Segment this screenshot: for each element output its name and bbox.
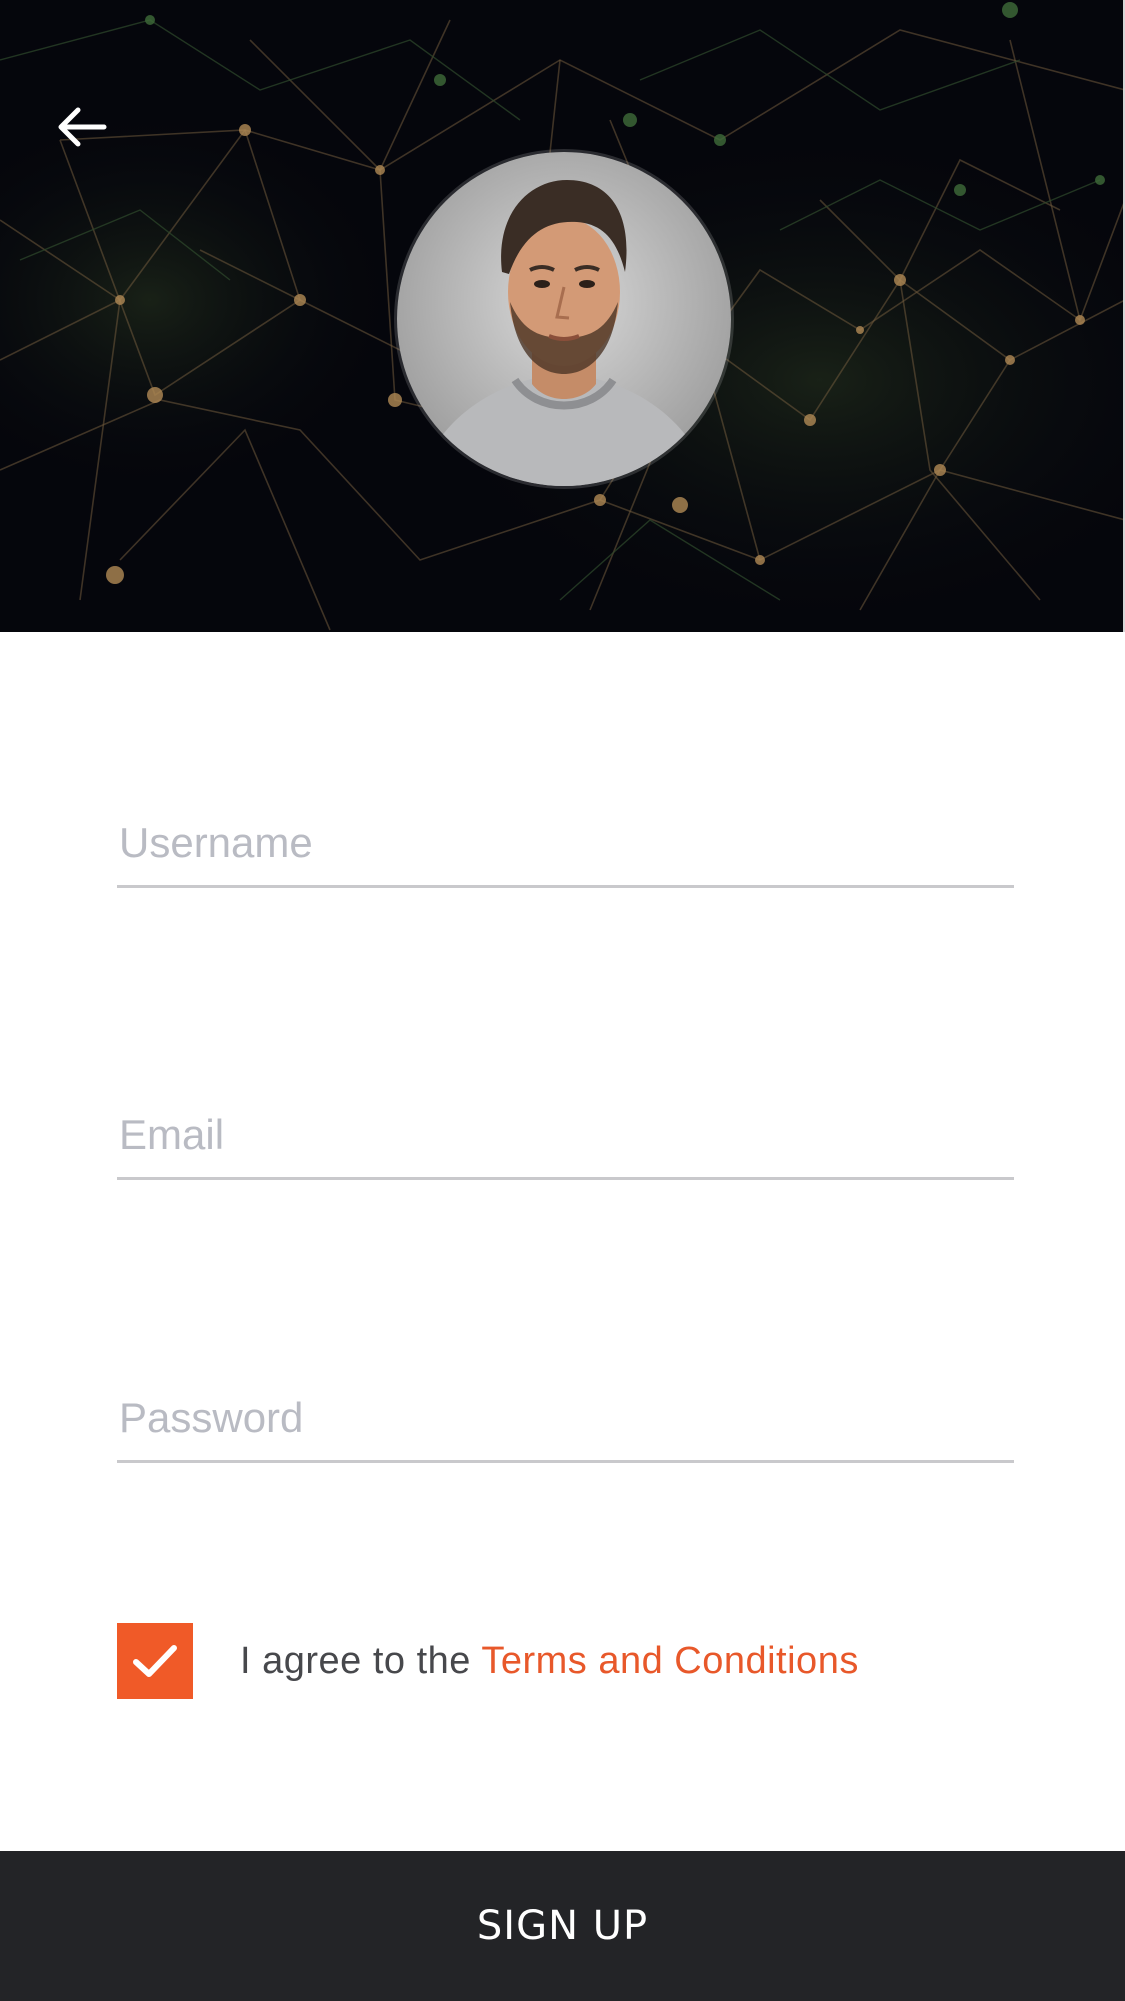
terms-label: I agree to the Terms and Conditions [240, 1640, 859, 1683]
email-input[interactable] [117, 1100, 1014, 1180]
terms-agreement: I agree to the Terms and Conditions [117, 1623, 859, 1699]
profile-photo [397, 152, 731, 486]
terms-link[interactable]: Terms and Conditions [481, 1640, 859, 1682]
terms-checkbox[interactable] [117, 1623, 193, 1699]
back-button[interactable] [52, 102, 132, 182]
signup-screen: I agree to the Terms and Conditions SIGN… [0, 0, 1125, 2001]
terms-prefix: I agree to the [240, 1639, 471, 1682]
arrow-left-icon [58, 107, 107, 147]
username-input[interactable] [117, 808, 1014, 888]
checkmark-icon [133, 1645, 177, 1677]
header-hero [0, 0, 1125, 632]
sign-up-button[interactable]: SIGN UP [0, 1851, 1125, 2001]
password-input[interactable] [117, 1383, 1014, 1463]
avatar[interactable] [397, 152, 731, 486]
sign-up-label: SIGN UP [476, 1903, 649, 1949]
